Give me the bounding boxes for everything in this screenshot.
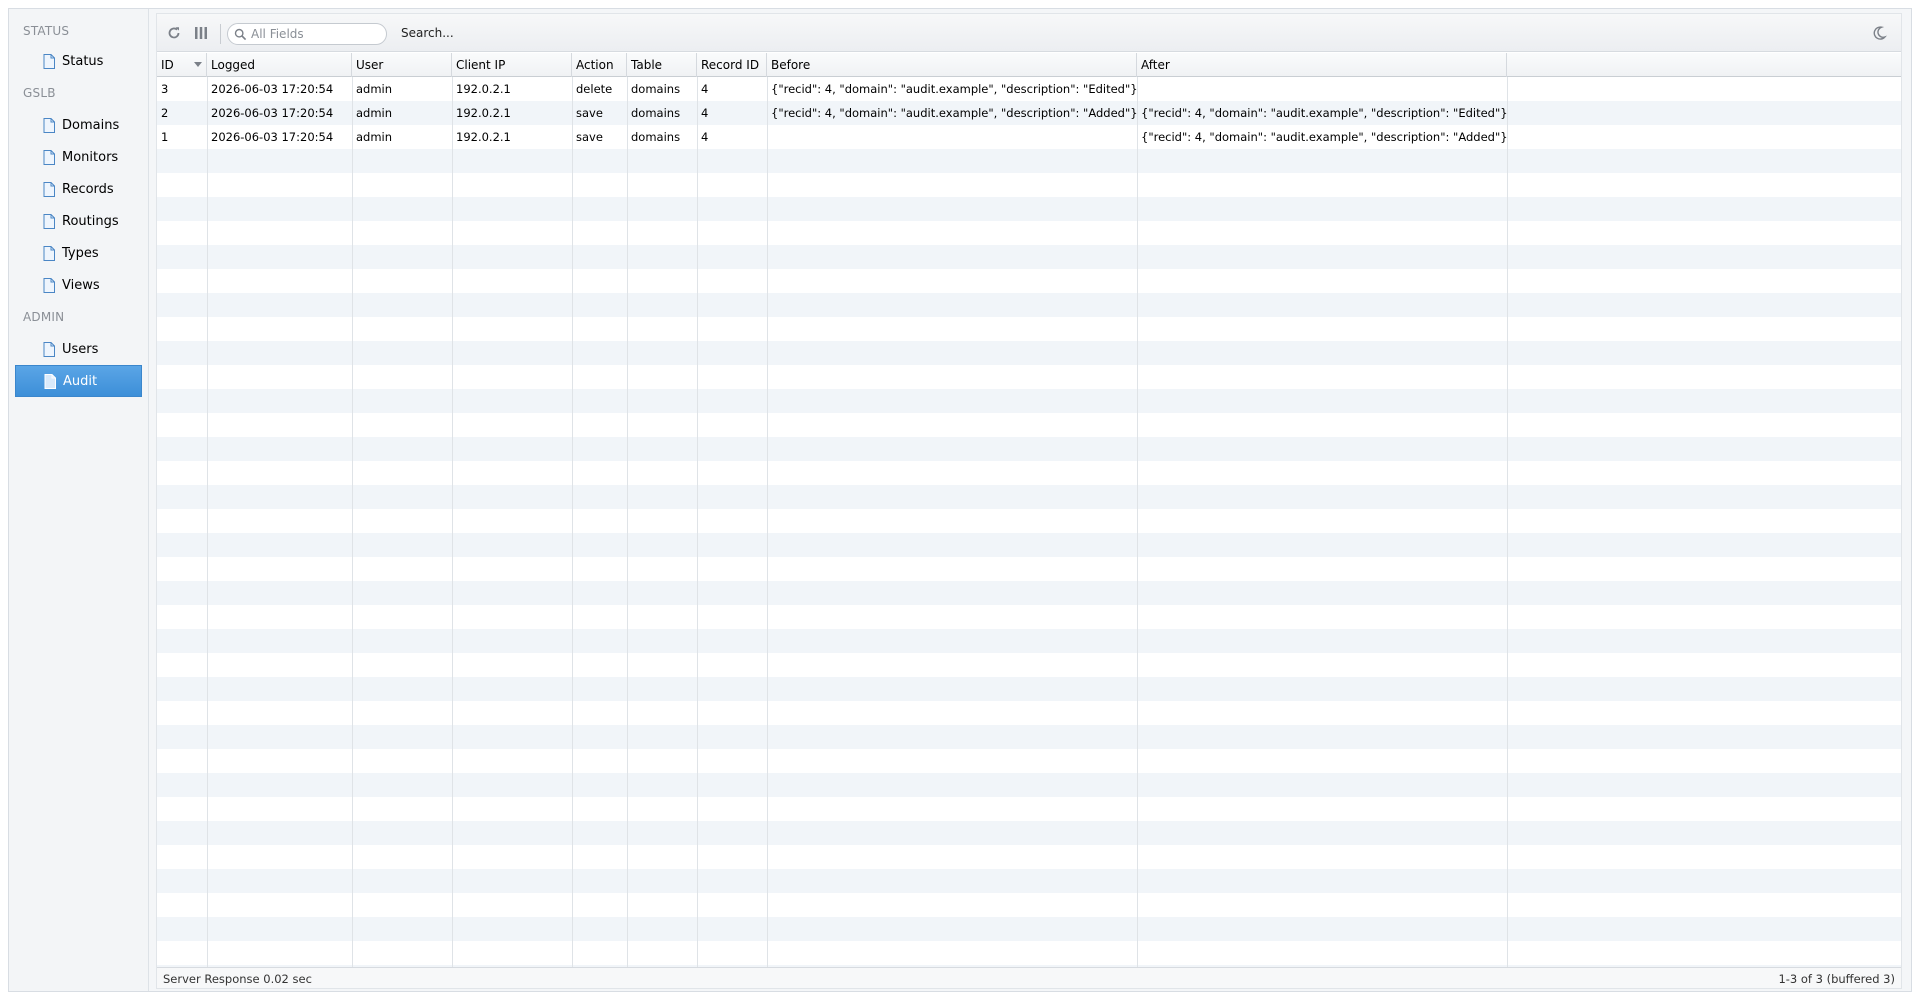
cell-after: {"recid": 4, "domain": "audit.example", … (1141, 106, 1507, 120)
sidebar-item-domains[interactable]: Domains (15, 109, 142, 141)
sidebar-item-routings[interactable]: Routings (15, 205, 142, 237)
document-icon (43, 117, 55, 133)
cell-after: {"recid": 4, "domain": "audit.example", … (1141, 130, 1507, 144)
sidebar-item-label: Audit (63, 373, 98, 389)
column-header-id[interactable]: ID (157, 53, 207, 77)
document-icon (43, 181, 55, 197)
sidebar-item-label: Records (62, 181, 114, 197)
cell-table: domains (631, 82, 681, 96)
column-header-after[interactable]: After (1137, 53, 1507, 77)
grid-header: ID Logged User Client IP Action Table Re… (157, 53, 1901, 77)
cell-logged: 2026-06-03 17:20:54 (211, 130, 334, 144)
column-lines (157, 77, 1901, 969)
refresh-icon (168, 27, 180, 39)
cell-client-ip: 192.0.2.1 (456, 106, 511, 120)
cell-table: domains (631, 106, 681, 120)
cell-record-id: 4 (701, 82, 709, 96)
cell-record-id: 4 (701, 106, 709, 120)
cell-before (767, 125, 1137, 149)
sidebar-item-label: Routings (62, 213, 119, 229)
cell-logged: 2026-06-03 17:20:54 (211, 82, 334, 96)
document-icon (43, 149, 55, 165)
audit-grid-panel: Search... ID Logged User Client IP Actio… (156, 13, 1902, 989)
sidebar-item-label: Domains (62, 117, 120, 133)
sidebar-item-types[interactable]: Types (15, 237, 142, 269)
cell-id: 1 (161, 130, 169, 144)
sort-desc-icon (194, 62, 202, 67)
cell-user: admin (356, 82, 393, 96)
cell-before: {"recid": 4, "domain": "audit.example", … (771, 82, 1137, 96)
audit-grid: ID Logged User Client IP Action Table Re… (157, 53, 1901, 969)
table-row[interactable]: 2 2026-06-03 17:20:54 admin 192.0.2.1 sa… (157, 101, 1901, 125)
cell-logged: 2026-06-03 17:20:54 (211, 106, 334, 120)
cell-action: save (576, 106, 603, 120)
reload-button[interactable] (165, 24, 183, 42)
column-header-record-id[interactable]: Record ID (697, 53, 767, 77)
cell-table: domains (631, 130, 681, 144)
search-input[interactable] (251, 27, 376, 41)
cell-user: admin (356, 106, 393, 120)
column-header-client-ip[interactable]: Client IP (452, 53, 572, 77)
cell-client-ip: 192.0.2.1 (456, 82, 511, 96)
columns-icon (195, 27, 207, 39)
sidebar-item-monitors[interactable]: Monitors (15, 141, 142, 173)
document-icon (43, 53, 55, 69)
cell-record-id: 4 (701, 130, 709, 144)
toolbar-divider (220, 24, 221, 44)
cell-action: save (576, 130, 603, 144)
sidebar-item-label: Views (62, 277, 100, 293)
sidebar-item-label: Status (62, 53, 104, 69)
cell-id: 3 (161, 82, 169, 96)
column-header-user[interactable]: User (352, 53, 452, 77)
sidebar-item-status[interactable]: Status (15, 45, 142, 77)
search-box[interactable] (227, 23, 387, 45)
column-header-action[interactable]: Action (572, 53, 627, 77)
cell-action: delete (576, 82, 613, 96)
table-row[interactable]: 3 2026-06-03 17:20:54 admin 192.0.2.1 de… (157, 77, 1901, 101)
search-label[interactable]: Search... (401, 26, 454, 40)
grid-body: 3 2026-06-03 17:20:54 admin 192.0.2.1 de… (157, 77, 1901, 969)
document-icon (44, 373, 56, 389)
sidebar-item-label: Monitors (62, 149, 119, 165)
app-frame: STATUS Status GSLB Domains Monitors Reco… (8, 8, 1912, 992)
document-icon (43, 341, 55, 357)
server-response-text: Server Response 0.02 sec (163, 972, 312, 986)
sidebar-group-status: STATUS (23, 24, 70, 38)
document-icon (43, 277, 55, 293)
sidebar-item-audit[interactable]: Audit (15, 365, 142, 397)
columns-button[interactable] (192, 24, 210, 42)
moon-icon[interactable] (1871, 25, 1887, 41)
sidebar-item-records[interactable]: Records (15, 173, 142, 205)
toolbar: Search... (157, 14, 1901, 52)
cell-after (1137, 77, 1507, 101)
cell-user: admin (356, 130, 393, 144)
column-header-table[interactable]: Table (627, 53, 697, 77)
document-icon (43, 213, 55, 229)
cell-id: 2 (161, 106, 169, 120)
sidebar: STATUS Status GSLB Domains Monitors Reco… (9, 9, 149, 991)
sidebar-group-gslb: GSLB (23, 86, 56, 100)
cell-before: {"recid": 4, "domain": "audit.example", … (771, 106, 1137, 120)
document-icon (43, 245, 55, 261)
column-header-logged[interactable]: Logged (207, 53, 352, 77)
sidebar-item-label: Users (62, 341, 99, 357)
sidebar-group-admin: ADMIN (23, 310, 65, 324)
sidebar-item-label: Types (62, 245, 99, 261)
column-header-before[interactable]: Before (767, 53, 1137, 77)
search-icon (234, 28, 247, 40)
table-row[interactable]: 1 2026-06-03 17:20:54 admin 192.0.2.1 sa… (157, 125, 1901, 149)
status-bar: Server Response 0.02 sec 1-3 of 3 (buffe… (157, 967, 1901, 988)
cell-client-ip: 192.0.2.1 (456, 130, 511, 144)
sidebar-item-users[interactable]: Users (15, 333, 142, 365)
sidebar-item-views[interactable]: Views (15, 269, 142, 301)
record-count-text: 1-3 of 3 (buffered 3) (1778, 972, 1895, 986)
